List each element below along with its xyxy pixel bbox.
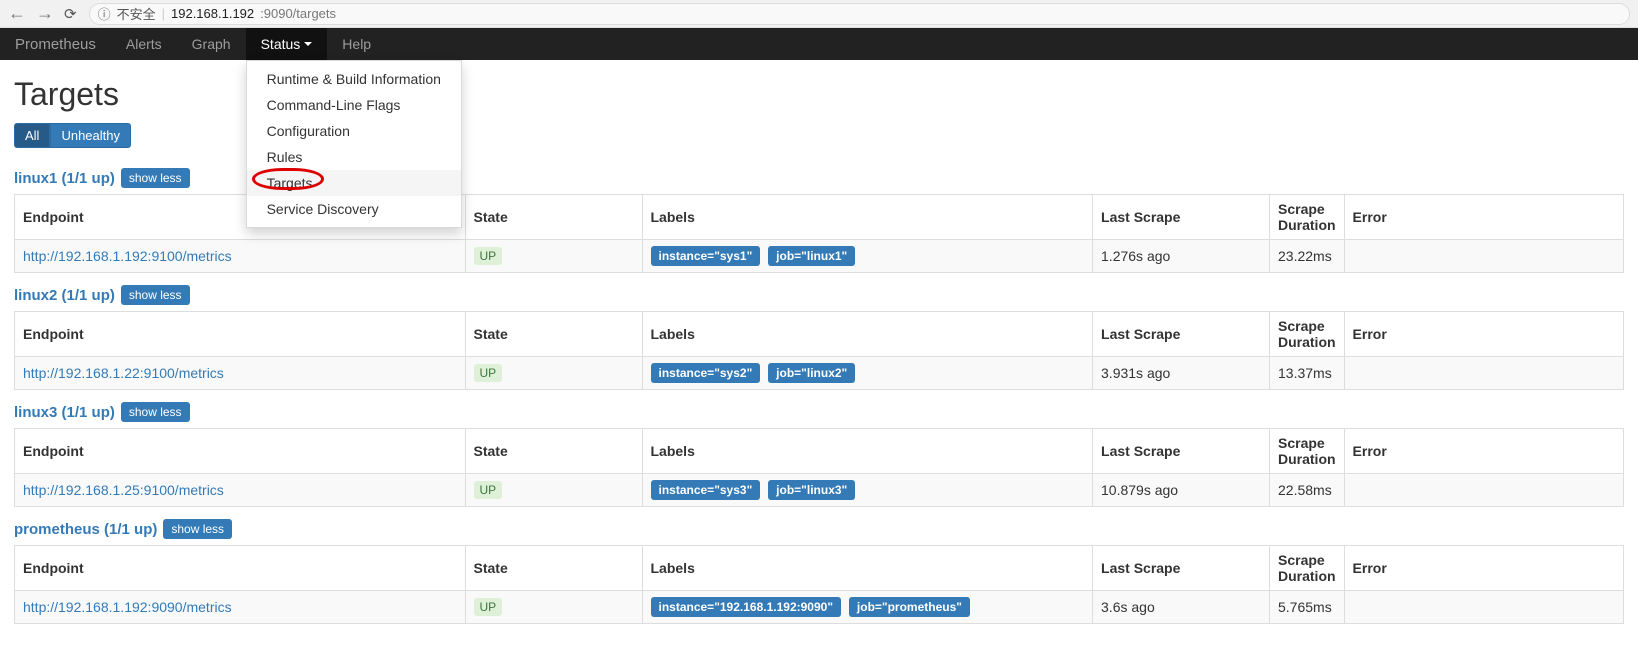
th-labels: Labels: [642, 195, 1093, 240]
dropdown-item-rules[interactable]: Rules: [247, 144, 461, 170]
navbar: Prometheus Alerts Graph Status Runtime &…: [0, 28, 1638, 60]
error-cell: [1344, 240, 1623, 273]
nav-alerts[interactable]: Alerts: [111, 28, 177, 60]
filter-unhealthy-button[interactable]: Unhealthy: [50, 123, 131, 148]
endpoint-link[interactable]: http://192.168.1.22:9100/metrics: [23, 365, 224, 381]
dropdown-item-targets[interactable]: Targets: [247, 170, 461, 196]
label-job: job="linux1": [768, 246, 855, 266]
browser-toolbar: ← → ⟳ ⓘ 不安全 | 192.168.1.192:9090/targets: [0, 0, 1638, 28]
th-last-scrape: Last Scrape: [1093, 195, 1270, 240]
state-badge: UP: [474, 598, 503, 616]
th-error: Error: [1344, 546, 1623, 591]
label-instance: instance="sys3": [651, 480, 761, 500]
dropdown-item-cmdline[interactable]: Command-Line Flags: [247, 92, 461, 118]
last-scrape: 10.879s ago: [1093, 474, 1270, 507]
error-cell: [1344, 591, 1623, 624]
show-less-button[interactable]: show less: [121, 402, 190, 422]
last-scrape: 3.6s ago: [1093, 591, 1270, 624]
last-scrape: 3.931s ago: [1093, 357, 1270, 390]
table-row: http://192.168.1.22:9100/metrics UP inst…: [15, 357, 1624, 390]
th-state: State: [465, 312, 642, 357]
th-error: Error: [1344, 312, 1623, 357]
forward-button[interactable]: →: [36, 3, 54, 24]
targets-table-linux2: Endpoint State Labels Last Scrape Scrape…: [14, 311, 1624, 390]
nav-graph[interactable]: Graph: [177, 28, 246, 60]
url-host: 192.168.1.192: [171, 6, 254, 21]
th-error: Error: [1344, 429, 1623, 474]
filter-buttons: All Unhealthy: [14, 123, 131, 148]
status-dropdown: Runtime & Build Information Command-Line…: [246, 60, 462, 228]
job-title-linux2[interactable]: linux2 (1/1 up): [14, 287, 115, 304]
label-job: job="linux3": [768, 480, 855, 500]
label-instance: instance="sys1": [651, 246, 761, 266]
error-cell: [1344, 357, 1623, 390]
endpoint-link[interactable]: http://192.168.1.25:9100/metrics: [23, 482, 224, 498]
th-scrape-duration: Scrape Duration: [1270, 195, 1345, 240]
job-title-prometheus[interactable]: prometheus (1/1 up): [14, 521, 157, 538]
scrape-duration: 5.765ms: [1270, 591, 1345, 624]
label-instance: instance="192.168.1.192:9090": [651, 597, 842, 617]
th-scrape-duration: Scrape Duration: [1270, 546, 1345, 591]
th-scrape-duration: Scrape Duration: [1270, 429, 1345, 474]
state-badge: UP: [474, 364, 503, 382]
th-error: Error: [1344, 195, 1623, 240]
th-endpoint: Endpoint: [15, 312, 466, 357]
table-row: http://192.168.1.192:9100/metrics UP ins…: [15, 240, 1624, 273]
security-label: 不安全: [117, 4, 156, 23]
th-last-scrape: Last Scrape: [1093, 312, 1270, 357]
th-last-scrape: Last Scrape: [1093, 429, 1270, 474]
th-endpoint: Endpoint: [15, 429, 466, 474]
th-labels: Labels: [642, 312, 1093, 357]
dropdown-item-runtime[interactable]: Runtime & Build Information: [247, 66, 461, 92]
th-state: State: [465, 195, 642, 240]
nav-status-label: Status: [261, 36, 301, 52]
state-badge: UP: [474, 481, 503, 499]
nav-help[interactable]: Help: [327, 28, 386, 60]
th-state: State: [465, 429, 642, 474]
job-title-linux3[interactable]: linux3 (1/1 up): [14, 404, 115, 421]
show-less-button[interactable]: show less: [121, 168, 190, 188]
table-row: http://192.168.1.192:9090/metrics UP ins…: [15, 591, 1624, 624]
targets-table-prometheus: Endpoint State Labels Last Scrape Scrape…: [14, 545, 1624, 624]
nav-status[interactable]: Status Runtime & Build Information Comma…: [246, 28, 328, 60]
th-endpoint: Endpoint: [15, 546, 466, 591]
show-less-button[interactable]: show less: [163, 519, 232, 539]
reload-button[interactable]: ⟳: [64, 5, 77, 23]
th-state: State: [465, 546, 642, 591]
state-badge: UP: [474, 247, 503, 265]
back-button[interactable]: ←: [8, 3, 26, 24]
th-labels: Labels: [642, 546, 1093, 591]
endpoint-link[interactable]: http://192.168.1.192:9100/metrics: [23, 248, 232, 264]
table-row: http://192.168.1.25:9100/metrics UP inst…: [15, 474, 1624, 507]
url-path: :9090/targets: [260, 6, 336, 21]
job-title-linux1[interactable]: linux1 (1/1 up): [14, 170, 115, 187]
dropdown-item-config[interactable]: Configuration: [247, 118, 461, 144]
nav-brand[interactable]: Prometheus: [0, 28, 111, 60]
label-instance: instance="sys2": [651, 363, 761, 383]
label-job: job="linux2": [768, 363, 855, 383]
scrape-duration: 23.22ms: [1270, 240, 1345, 273]
th-last-scrape: Last Scrape: [1093, 546, 1270, 591]
scrape-duration: 13.37ms: [1270, 357, 1345, 390]
info-icon: ⓘ: [98, 4, 111, 23]
url-bar[interactable]: ⓘ 不安全 | 192.168.1.192:9090/targets: [89, 3, 1630, 25]
last-scrape: 1.276s ago: [1093, 240, 1270, 273]
filter-all-button[interactable]: All: [14, 123, 50, 148]
th-scrape-duration: Scrape Duration: [1270, 312, 1345, 357]
label-job: job="prometheus": [849, 597, 970, 617]
dropdown-item-targets-label: Targets: [267, 175, 313, 191]
endpoint-link[interactable]: http://192.168.1.192:9090/metrics: [23, 599, 232, 615]
dropdown-item-sd[interactable]: Service Discovery: [247, 196, 461, 222]
error-cell: [1344, 474, 1623, 507]
caret-down-icon: [304, 42, 312, 46]
th-labels: Labels: [642, 429, 1093, 474]
scrape-duration: 22.58ms: [1270, 474, 1345, 507]
targets-table-linux3: Endpoint State Labels Last Scrape Scrape…: [14, 428, 1624, 507]
show-less-button[interactable]: show less: [121, 285, 190, 305]
